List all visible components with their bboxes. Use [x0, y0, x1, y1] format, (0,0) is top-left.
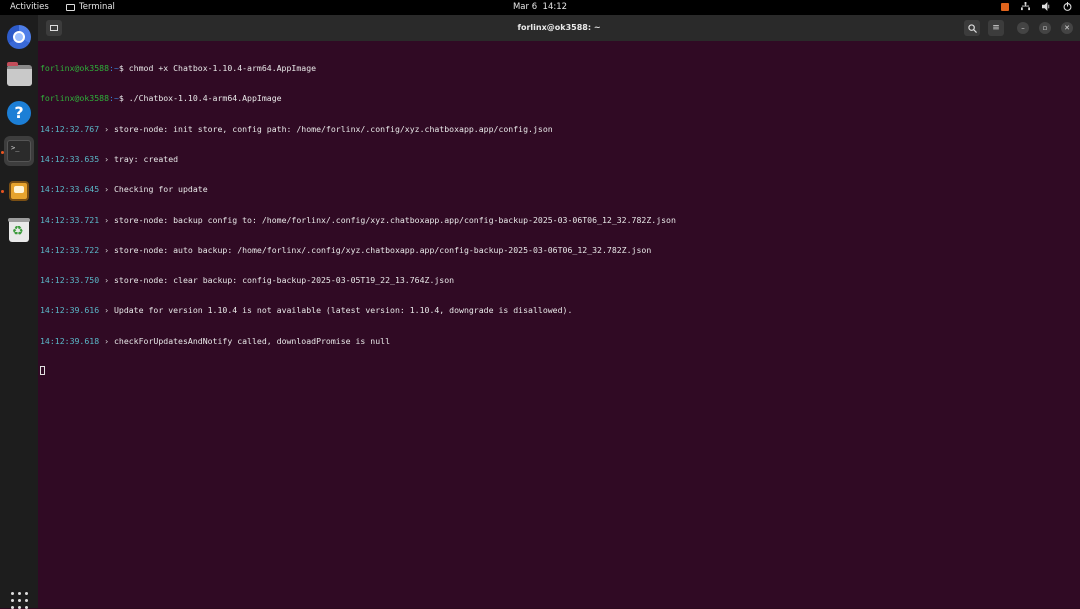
log-separator: › [104, 305, 110, 316]
dock-chatbox[interactable] [4, 176, 34, 206]
clock-time: 14:12 [542, 2, 568, 12]
prompt-symbol: $ [118, 63, 124, 74]
log-line: 14:12:33.635 › tray: created [40, 154, 1080, 164]
minimize-button[interactable]: – [1017, 22, 1029, 34]
search-icon [967, 23, 977, 33]
prompt-path: :~ [109, 63, 119, 74]
log-message: store-node: clear backup: config-backup-… [113, 275, 455, 286]
log-separator: › [104, 184, 110, 195]
log-timestamp: 14:12:33.721 [40, 214, 100, 225]
log-timestamp: 14:12:33.645 [40, 184, 100, 195]
log-line: 14:12:33.645 › Checking for update [40, 184, 1080, 194]
command-text: ./Chatbox-1.10.4-arm64.AppImage [128, 93, 282, 104]
log-timestamp: 14:12:33.722 [40, 244, 100, 255]
chrome-icon [7, 25, 31, 49]
log-line: 14:12:33.722 › store-node: auto backup: … [40, 245, 1080, 255]
power-icon[interactable] [1063, 2, 1072, 11]
window-title: forlinx@ok3588: ~ [517, 23, 601, 32]
hamburger-icon: ≡ [992, 23, 1000, 33]
clock[interactable]: Mar 6 14:12 [0, 2, 1080, 12]
log-line: 14:12:39.618 › checkForUpdatesAndNotify … [40, 336, 1080, 346]
log-message: Update for version 1.10.4 is not availab… [113, 305, 573, 316]
prompt-user: forlinx@ok3588 [40, 93, 110, 104]
network-icon[interactable] [1021, 2, 1030, 11]
close-button[interactable]: ✕ [1061, 22, 1073, 34]
text-cursor[interactable] [40, 366, 45, 375]
log-message: Checking for update [113, 184, 208, 195]
log-line: 14:12:39.616 › Update for version 1.10.4… [40, 305, 1080, 315]
log-message: store-node: backup config to: /home/forl… [113, 214, 676, 225]
close-icon: ✕ [1064, 24, 1070, 32]
log-message: store-node: init store, config path: /ho… [113, 123, 553, 134]
terminal-output[interactable]: forlinx@ok3588:~$ chmod +x Chatbox-1.10.… [40, 41, 1080, 608]
command-line: forlinx@ok3588:~$ chmod +x Chatbox-1.10.… [40, 63, 1080, 73]
top-bar: Activities Terminal Mar 6 14:12 [0, 0, 1080, 15]
dock: ? >_ [0, 15, 38, 609]
log-separator: › [104, 335, 110, 346]
log-message: tray: created [113, 154, 179, 165]
chatbox-icon [9, 181, 29, 201]
help-icon: ? [7, 101, 31, 125]
maximize-icon: ▫ [1042, 24, 1048, 32]
cursor-line [40, 366, 1080, 376]
dock-trash[interactable] [4, 215, 34, 245]
log-separator: › [104, 214, 110, 225]
prompt-symbol: $ [118, 93, 124, 104]
command-text: chmod +x Chatbox-1.10.4-arm64.AppImage [128, 63, 317, 74]
files-icon [7, 62, 32, 86]
log-separator: › [104, 275, 110, 286]
log-timestamp: 14:12:33.750 [40, 275, 100, 286]
minimize-icon: – [1021, 24, 1025, 32]
maximize-button[interactable]: ▫ [1039, 22, 1051, 34]
log-separator: › [104, 244, 110, 255]
command-line: forlinx@ok3588:~$ ./Chatbox-1.10.4-arm64… [40, 93, 1080, 103]
trash-icon [8, 218, 30, 242]
log-timestamp: 14:12:39.618 [40, 335, 100, 346]
log-line: 14:12:33.750 › store-node: clear backup:… [40, 275, 1080, 285]
log-line: 14:12:32.767 › store-node: init store, c… [40, 124, 1080, 134]
dock-help[interactable]: ? [4, 98, 34, 128]
prompt-user: forlinx@ok3588 [40, 63, 110, 74]
log-message: checkForUpdatesAndNotify called, downloa… [113, 335, 391, 346]
log-timestamp: 14:12:32.767 [40, 123, 100, 134]
system-tray[interactable] [1001, 2, 1072, 11]
dock-chrome[interactable] [4, 22, 34, 52]
log-timestamp: 14:12:33.635 [40, 154, 100, 165]
prompt-path: :~ [109, 93, 119, 104]
notification-icon[interactable] [1001, 2, 1009, 11]
menu-button[interactable]: ≡ [988, 20, 1004, 36]
title-bar[interactable]: forlinx@ok3588: ~ ≡ – ▫ ✕ [38, 15, 1080, 41]
log-line: 14:12:33.721 › store-node: backup config… [40, 215, 1080, 225]
log-separator: › [104, 154, 110, 165]
log-timestamp: 14:12:39.616 [40, 305, 100, 316]
log-separator: › [104, 123, 110, 134]
dock-files[interactable] [4, 60, 34, 90]
search-button[interactable] [964, 20, 980, 36]
dock-terminal[interactable]: >_ [4, 136, 34, 166]
clock-date: Mar 6 [512, 2, 538, 12]
log-message: store-node: auto backup: /home/forlinx/.… [113, 244, 652, 255]
volume-icon[interactable] [1042, 2, 1051, 11]
terminal-window[interactable]: forlinx@ok3588: ~ ≡ – ▫ ✕ forlinx@ok3588… [38, 15, 1080, 608]
terminal-icon: >_ [7, 140, 31, 162]
grid-icon[interactable] [11, 592, 28, 609]
